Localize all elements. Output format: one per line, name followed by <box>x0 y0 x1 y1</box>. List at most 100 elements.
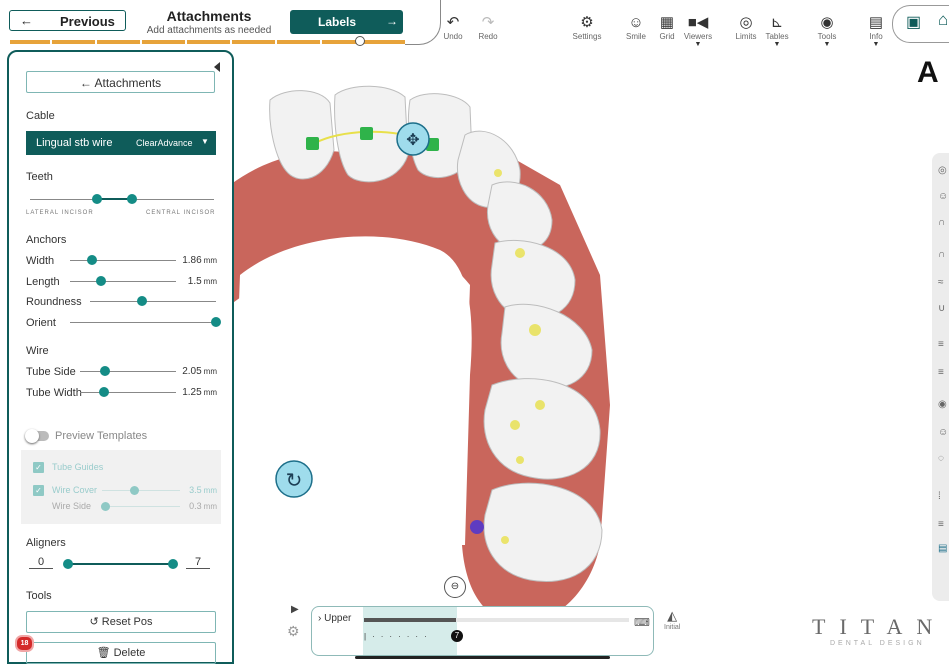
rail-icon[interactable]: ≡ <box>938 367 944 378</box>
rail-icon[interactable]: ☺ <box>938 191 948 202</box>
grid-label: Grid <box>659 32 675 41</box>
reset-pos-button[interactable]: ↺ Reset Pos <box>26 611 216 633</box>
aligner-from-input[interactable]: 0 <box>29 556 53 569</box>
attachment-anchor[interactable] <box>306 137 319 150</box>
stage-ticks: |······· <box>364 632 433 641</box>
aligner-range-handle-start[interactable] <box>63 559 73 569</box>
workflow-progress-bar[interactable] <box>10 36 405 46</box>
arch-selector[interactable]: › Upper <box>318 613 351 624</box>
tube-width-slider-track[interactable] <box>80 392 176 393</box>
keyboard-icon[interactable]: ⌨ <box>634 616 650 629</box>
eye-icon[interactable]: ◉ <box>938 399 947 410</box>
tools-button[interactable]: ◉ Tools ▼ <box>813 14 841 48</box>
aligner-range-handle-end[interactable] <box>168 559 178 569</box>
wire-side-slider-handle[interactable] <box>101 502 110 511</box>
step-title: Attachments <box>166 8 252 24</box>
length-label: Length <box>26 276 60 288</box>
orient-slider-track[interactable] <box>70 322 216 323</box>
notification-badge[interactable]: 18 <box>15 635 34 652</box>
rail-icon[interactable]: ☺ <box>938 427 948 438</box>
undo-button[interactable]: ↶ Undo <box>440 14 466 41</box>
limits-button[interactable]: ◎ Limits <box>733 14 759 41</box>
rail-icon[interactable]: ▤ <box>938 543 947 554</box>
aligner-to-input[interactable]: 7 <box>186 556 210 569</box>
wire-cover-slider-handle[interactable] <box>130 486 139 495</box>
progress-tick <box>320 39 322 45</box>
limits-label: Limits <box>735 32 757 41</box>
tables-button[interactable]: ⊾ Tables ▼ <box>763 14 791 48</box>
viewers-label: Viewers <box>683 32 713 41</box>
wire-cover-checkbox[interactable]: ✓ <box>33 485 44 496</box>
reset-icon: ↺ <box>89 616 102 628</box>
length-slider-track[interactable] <box>70 281 176 282</box>
tape-icon: ◉ <box>820 14 834 31</box>
progress-tick <box>275 39 277 45</box>
tube-guides-label: Tube Guides <box>52 462 104 472</box>
arrow-left-icon: ← <box>20 13 33 28</box>
rail-icon[interactable]: ≈ <box>938 277 944 288</box>
redo-button[interactable]: ↷ Redo <box>475 14 501 41</box>
width-slider-handle[interactable] <box>87 255 97 265</box>
previous-button[interactable]: ← Previous <box>9 10 126 31</box>
tube-side-value: 2.05 mm <box>182 366 217 377</box>
rail-icon[interactable]: ◌ <box>938 453 944 464</box>
wire-cover-slider-track[interactable] <box>102 490 180 491</box>
settings-button[interactable]: ⚙ Settings <box>570 14 604 41</box>
roundness-slider-handle[interactable] <box>137 296 147 306</box>
tube-guides-checkbox[interactable]: ✓ <box>33 462 44 473</box>
settings-label: Settings <box>572 32 602 41</box>
ruler-icon: ⊾ <box>770 14 784 31</box>
attachment-anchor[interactable] <box>360 127 373 140</box>
progress-tick <box>95 39 97 45</box>
tube-side-slider-track[interactable] <box>80 371 176 372</box>
gear-icon[interactable]: ⚙ <box>287 623 300 640</box>
aligner-range-track[interactable] <box>67 563 175 565</box>
width-slider-track[interactable] <box>70 260 176 261</box>
preview-templates-toggle[interactable] <box>25 429 49 443</box>
caret-down-icon: ▼ <box>823 41 831 48</box>
selection-point[interactable] <box>470 520 484 534</box>
teeth-right-label: CENTRAL INCISOR <box>146 210 216 216</box>
dental-arch-viewport[interactable]: ✥ ↻ <box>230 75 930 650</box>
save-icon[interactable]: ▣ <box>906 12 921 32</box>
rail-icon[interactable]: ≡ <box>938 339 944 350</box>
teeth-slider-handle-end[interactable] <box>127 194 137 204</box>
initial-toggle[interactable]: ◭ Initial <box>664 608 680 631</box>
home-icon[interactable]: ⌂ <box>938 10 948 30</box>
cable-select[interactable]: Lingual stb wire ClearAdvance ▼ <box>26 131 216 155</box>
teeth-slider-handle-start[interactable] <box>92 194 102 204</box>
teeth-left-label: LATERAL INCISOR <box>26 210 94 216</box>
horizontal-scrollbar[interactable] <box>355 656 610 659</box>
redo-icon: ↷ <box>481 14 495 31</box>
tube-side-label: Tube Side <box>26 366 76 378</box>
rotate-arrow-icon: ↻ <box>286 468 303 492</box>
stage-pin-icon[interactable]: ⊖ <box>444 576 466 598</box>
progress-tick <box>140 39 142 45</box>
attachments-back-button[interactable]: ← Attachments <box>26 71 215 93</box>
length-slider-handle[interactable] <box>96 276 106 286</box>
orient-slider-handle[interactable] <box>211 317 221 327</box>
caret-down-icon: ▼ <box>201 137 209 146</box>
tube-side-slider-handle[interactable] <box>100 366 110 376</box>
smile-button[interactable]: ☺ Smile <box>624 14 648 41</box>
rail-icon[interactable]: ⁞ <box>938 491 941 502</box>
info-button[interactable]: ▤ Info ▼ <box>864 14 888 48</box>
rail-icon[interactable]: ∪ <box>938 303 945 314</box>
wire-cover-label: Wire Cover <box>52 485 98 495</box>
viewers-button[interactable]: ■◀ Viewers ▼ <box>682 14 714 48</box>
width-label: Width <box>26 255 55 267</box>
grid-button[interactable]: ▦ Grid <box>655 14 679 41</box>
rail-icon[interactable]: ∩ <box>938 249 945 260</box>
wire-cover-value: 3.5 mm <box>189 485 217 495</box>
next-step-button[interactable]: Labels → <box>290 10 403 34</box>
wire-side-slider-track[interactable] <box>102 506 180 507</box>
rail-icon[interactable]: ∩ <box>938 217 945 228</box>
delete-button[interactable]: 🗑 Delete <box>26 642 216 664</box>
roundness-slider-track[interactable] <box>90 301 216 302</box>
rail-icon[interactable]: ≡ <box>938 519 944 530</box>
collapse-panel-icon[interactable] <box>214 62 220 72</box>
aligners-heading: Aligners <box>26 537 66 549</box>
play-icon[interactable]: ▶ <box>291 604 299 615</box>
rail-icon[interactable]: ◎ <box>938 165 947 176</box>
tube-width-slider-handle[interactable] <box>99 387 109 397</box>
